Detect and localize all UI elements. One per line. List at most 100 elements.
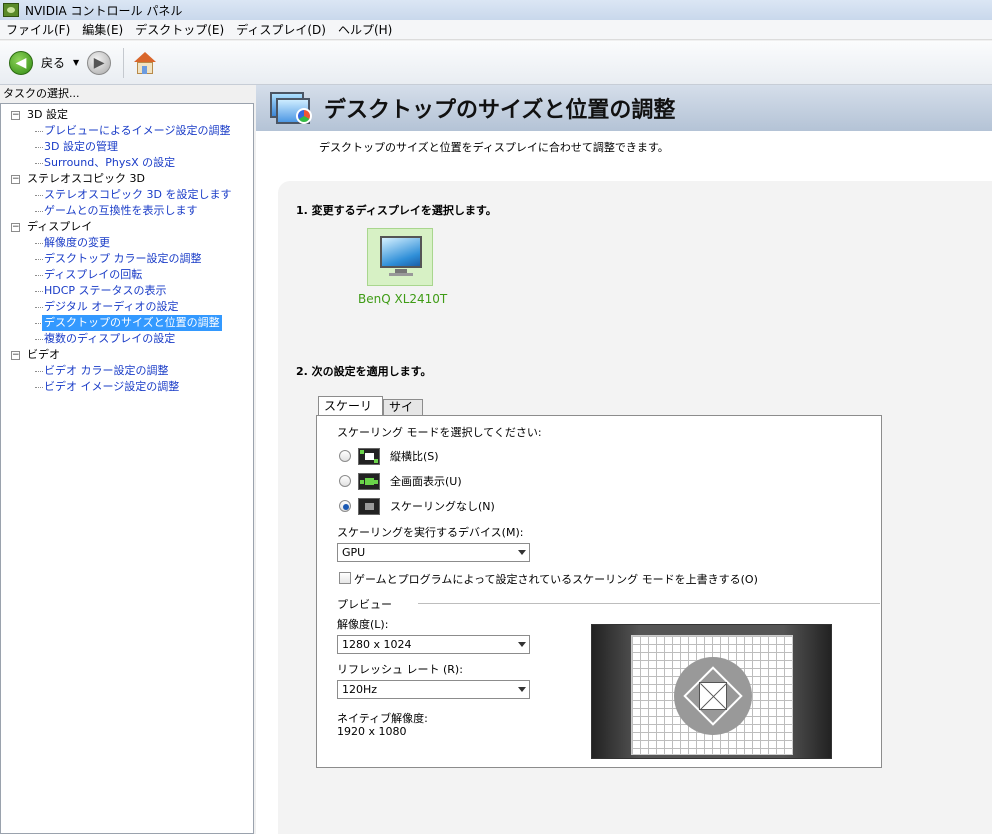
collapse-icon[interactable]: −	[11, 223, 20, 232]
full-screen-icon	[358, 472, 380, 490]
radio-no-scaling[interactable]	[339, 500, 351, 512]
monitor-icon	[380, 236, 422, 268]
tree-item[interactable]: ゲームとの互換性を表示します	[1, 203, 253, 219]
resolution-label: 解像度(L):	[337, 618, 389, 631]
native-resolution-value: 1920 x 1080	[337, 725, 407, 738]
menu-display[interactable]: ディスプレイ(D)	[230, 21, 332, 38]
dropdown-arrow-icon	[518, 642, 526, 647]
preview-test-pattern	[631, 635, 793, 755]
back-history-dropdown-icon[interactable]: ▼	[73, 58, 79, 67]
collapse-icon[interactable]: −	[11, 351, 20, 360]
dropdown-arrow-icon	[518, 687, 526, 692]
menu-bar: ファイル(F) 編集(E) デスクトップ(E) ディスプレイ(D) ヘルプ(H)	[0, 20, 992, 40]
mode-label: スケーリングなし(N)	[390, 500, 495, 513]
tree-item-label[interactable]: 解像度の変更	[44, 235, 110, 251]
tree-item-label[interactable]: ビデオ イメージ設定の調整	[44, 379, 179, 395]
tree-category-stereo[interactable]: − ステレオスコピック 3D	[1, 171, 253, 187]
mode-full-screen[interactable]: 全画面表示(U)	[339, 471, 462, 491]
mode-no-scaling[interactable]: スケーリングなし(N)	[339, 496, 495, 516]
sidebar-header: タスクの選択...	[3, 87, 80, 100]
tree-item[interactable]: ビデオ カラー設定の調整	[1, 363, 253, 379]
tree-item[interactable]: 解像度の変更	[1, 235, 253, 251]
aspect-ratio-icon	[358, 447, 380, 465]
settings-panel: 1. 変更するディスプレイを選択します。 BenQ XL2410T 2. 次の設…	[278, 181, 992, 834]
scaling-tab-panel: スケーリング モードを選択してください: 縦横比(S) 全画面表示(U) スケー…	[316, 415, 882, 768]
radio-aspect-ratio[interactable]	[339, 450, 351, 462]
tree-item-label[interactable]: 複数のディスプレイの設定	[44, 331, 175, 347]
tree-category-label: 3D 設定	[27, 108, 68, 121]
tree-category-label: ビデオ	[27, 348, 60, 361]
tab-size[interactable]: サイズ	[383, 399, 423, 429]
tree-item[interactable]: ステレオスコピック 3D を設定します	[1, 187, 253, 203]
device-select[interactable]: GPU	[337, 543, 530, 562]
override-label[interactable]: ゲームとプログラムによって設定されているスケーリング モードを上書きする(O)	[354, 571, 758, 587]
tree-item-label[interactable]: ゲームとの互換性を表示します	[44, 203, 198, 219]
collapse-icon[interactable]: −	[11, 111, 20, 120]
tree-item-label[interactable]: Surround、PhysX の設定	[44, 155, 175, 171]
scaling-prompt: スケーリング モードを選択してください:	[337, 426, 542, 439]
tree-item-label[interactable]: プレビューによるイメージ設定の調整	[44, 123, 230, 139]
mode-label: 縦横比(S)	[390, 450, 439, 463]
page-description: デスクトップのサイズと位置をディスプレイに合わせて調整できます。	[319, 141, 669, 154]
tab-scaling[interactable]: スケーリング	[318, 396, 383, 431]
scaling-preview	[591, 624, 832, 759]
tree-item[interactable]: ビデオ イメージ設定の調整	[1, 379, 253, 395]
radio-full-screen[interactable]	[339, 475, 351, 487]
preview-divider	[418, 603, 880, 604]
tree-item[interactable]: 3D 設定の管理	[1, 139, 253, 155]
tree-item[interactable]: 複数のディスプレイの設定	[1, 331, 253, 347]
override-checkbox[interactable]	[339, 572, 351, 584]
display-selector[interactable]	[367, 228, 433, 286]
mode-label: 全画面表示(U)	[390, 475, 462, 488]
forward-arrow-icon[interactable]: ▶	[87, 50, 112, 75]
device-label: スケーリングを実行するデバイス(M):	[337, 526, 524, 539]
page-title: デスクトップのサイズと位置の調整	[324, 98, 676, 123]
refresh-value: 120Hz	[342, 683, 378, 696]
refresh-label: リフレッシュ レート (R):	[337, 663, 463, 676]
display-name[interactable]: BenQ XL2410T	[358, 292, 447, 306]
no-scaling-icon	[358, 497, 380, 515]
preview-label: プレビュー	[337, 598, 392, 611]
resolution-select[interactable]: 1280 x 1024	[337, 635, 530, 654]
tree-item[interactable]: HDCP ステータスの表示	[1, 283, 253, 299]
refresh-select[interactable]: 120Hz	[337, 680, 530, 699]
collapse-icon[interactable]: −	[11, 175, 20, 184]
tree-item[interactable]: プレビューによるイメージ設定の調整	[1, 123, 253, 139]
mode-aspect-ratio[interactable]: 縦横比(S)	[339, 446, 439, 466]
desktop-size-icon	[270, 92, 314, 126]
tree-item-label[interactable]: ステレオスコピック 3D を設定します	[44, 187, 231, 203]
content-pane: デスクトップのサイズと位置の調整 デスクトップのサイズと位置をディスプレイに合わ…	[256, 85, 992, 834]
tree-category-3d[interactable]: − 3D 設定	[1, 107, 253, 123]
native-resolution-label: ネイティブ解像度:	[337, 712, 428, 725]
menu-desktop[interactable]: デスクトップ(E)	[129, 21, 230, 38]
tree-item-label[interactable]: ビデオ カラー設定の調整	[44, 363, 169, 379]
tree-item[interactable]: デスクトップ カラー設定の調整	[1, 251, 253, 267]
tree-item-label[interactable]: デスクトップのサイズと位置の調整	[42, 315, 222, 331]
section-1-title: 1. 変更するディスプレイを選択します。	[296, 204, 497, 217]
tree-category-display[interactable]: − ディスプレイ	[1, 219, 253, 235]
menu-edit[interactable]: 編集(E)	[76, 21, 129, 38]
page-banner: デスクトップのサイズと位置の調整	[256, 85, 992, 131]
tree-item-label[interactable]: ディスプレイの回転	[44, 267, 142, 283]
tree-item[interactable]: ディスプレイの回転	[1, 267, 253, 283]
back-button-label[interactable]: 戻る	[41, 54, 65, 71]
back-arrow-icon[interactable]: ◀	[9, 50, 33, 75]
tree-item-label[interactable]: HDCP ステータスの表示	[44, 283, 167, 299]
home-icon[interactable]	[134, 51, 157, 74]
tree-item[interactable]: デジタル オーディオの設定	[1, 299, 253, 315]
tree-item-label[interactable]: 3D 設定の管理	[44, 139, 118, 155]
menu-help[interactable]: ヘルプ(H)	[332, 21, 398, 38]
toolbar-separator	[123, 47, 125, 78]
tree-item-label[interactable]: デスクトップ カラー設定の調整	[44, 251, 202, 267]
nvidia-app-icon	[3, 3, 19, 17]
toolbar: ◀ 戻る ▼ ▶	[0, 41, 992, 85]
tree-item[interactable]: Surround、PhysX の設定	[1, 155, 253, 171]
window-title: NVIDIA コントロール パネル	[25, 3, 183, 18]
menu-file[interactable]: ファイル(F)	[0, 21, 76, 38]
tree-item-selected[interactable]: デスクトップのサイズと位置の調整	[1, 315, 253, 331]
title-bar: NVIDIA コントロール パネル	[0, 0, 992, 20]
tree-item-label[interactable]: デジタル オーディオの設定	[44, 299, 179, 315]
resolution-value: 1280 x 1024	[342, 638, 412, 651]
tree-category-video[interactable]: − ビデオ	[1, 347, 253, 363]
device-value: GPU	[342, 546, 366, 559]
